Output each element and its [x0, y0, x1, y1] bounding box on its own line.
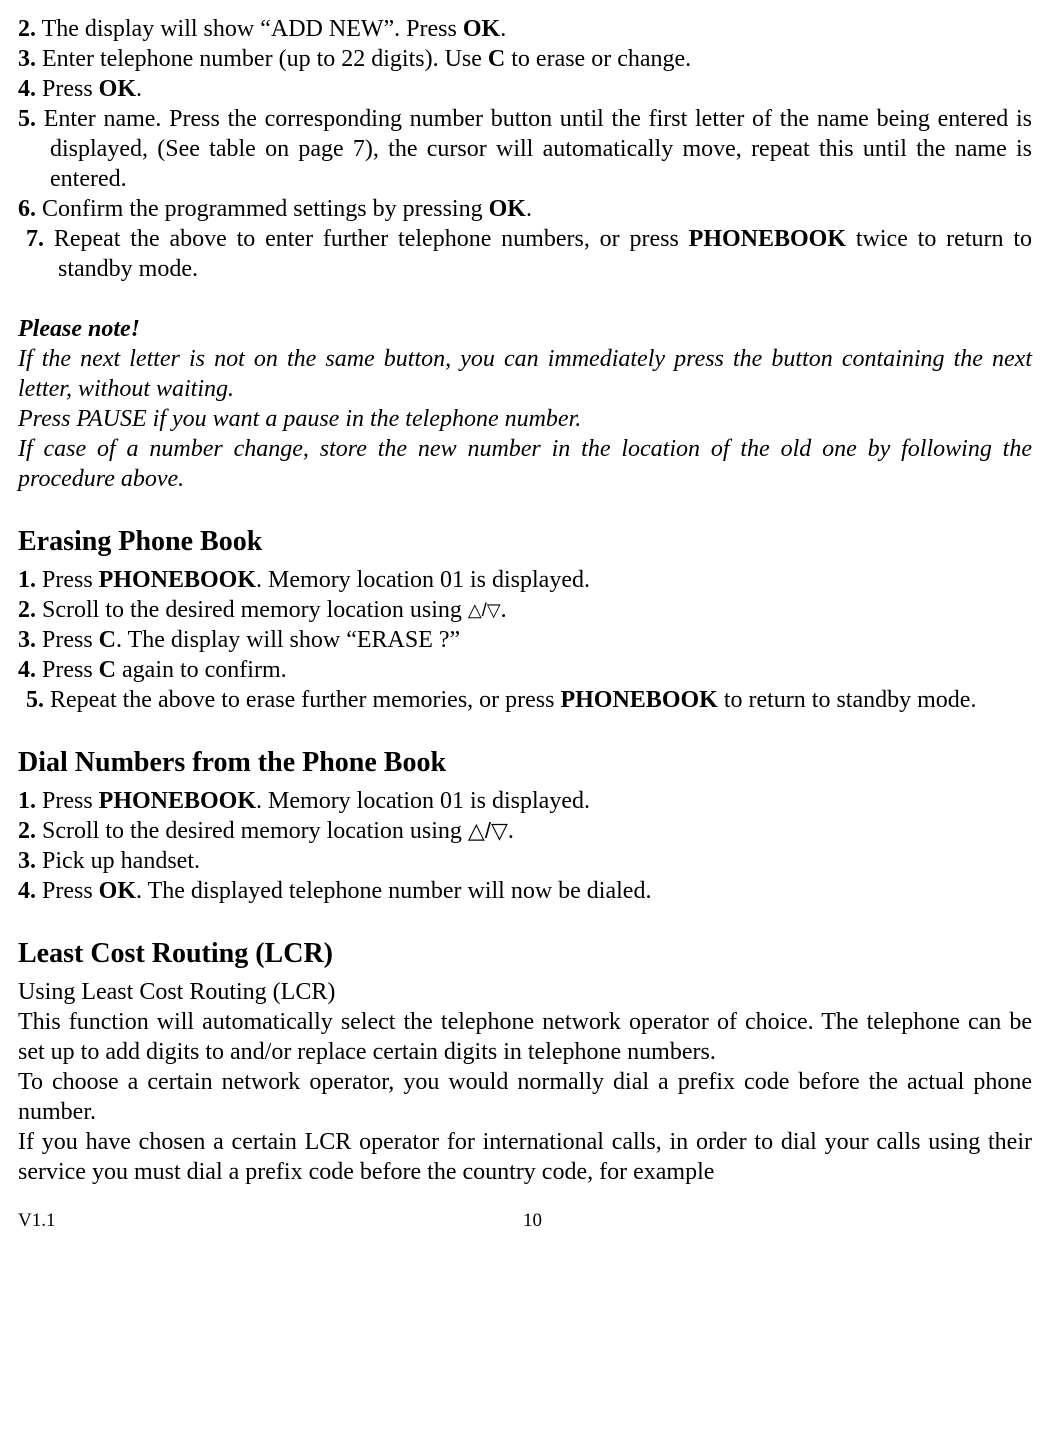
step-text-a: Scroll to the desired memory location us… [36, 818, 468, 844]
step-text-c: again to confirm. [116, 657, 287, 683]
step-num: 4. [18, 878, 36, 904]
step-bold: C [99, 627, 116, 653]
step-text-a: Press [36, 878, 99, 904]
step-num: 4. [18, 76, 36, 102]
updown-icon: △/▽ [468, 818, 508, 843]
step-text-c: . Memory location 01 is displayed. [256, 788, 590, 814]
step-text-a: Press [36, 627, 99, 653]
lcr-p1: This function will automatically select … [18, 1007, 1032, 1067]
step-num: 1. [18, 788, 36, 814]
dial-step-2: 2. Scroll to the desired memory location… [18, 816, 1032, 846]
step-bold: PHONEBOOK [99, 788, 256, 814]
step-text: Pick up handset. [36, 848, 200, 874]
step-num: 3. [18, 627, 36, 653]
step-num: 7. [26, 226, 44, 252]
step-bold: C [99, 657, 116, 683]
step-text: Enter name. Press the corresponding numb… [36, 106, 1032, 192]
lcr-p2: To choose a certain network operator, yo… [18, 1067, 1032, 1127]
note-p1: If the next letter is not on the same bu… [18, 344, 1032, 404]
step-text-a: Press [36, 567, 99, 593]
step-num: 2. [18, 597, 36, 623]
erase-step-1: 1. Press PHONEBOOK. Memory location 01 i… [18, 565, 1032, 595]
step-bold: PHONEBOOK [99, 567, 256, 593]
step-text-a: Scroll to the desired memory location us… [36, 597, 468, 623]
step-text-c: . The display will show “ERASE ?” [116, 627, 460, 653]
step-6: 6. Confirm the programmed settings by pr… [18, 194, 1032, 224]
updown-icon: △/▽ [468, 600, 501, 620]
step-num: 3. [18, 848, 36, 874]
step-3: 3. Enter telephone number (up to 22 digi… [18, 44, 1032, 74]
step-7: 7. Repeat the above to enter further tel… [18, 224, 1032, 284]
heading-dial: Dial Numbers from the Phone Book [18, 745, 1032, 780]
step-text-a: Confirm the programmed settings by press… [36, 196, 489, 222]
dial-step-4: 4. Press OK. The displayed telephone num… [18, 876, 1032, 906]
step-text-c: to return to standby mode. [718, 687, 977, 713]
step-bold: PHONEBOOK [560, 687, 717, 713]
step-bold: OK [489, 196, 526, 222]
step-text-a: Enter telephone number (up to 22 digits)… [36, 46, 488, 72]
step-text-a: The display will show “ADD NEW”. Press [36, 16, 463, 42]
heading-erase: Erasing Phone Book [18, 524, 1032, 559]
erase-step-2: 2. Scroll to the desired memory location… [18, 595, 1032, 625]
step-text-a: Repeat the above to enter further teleph… [44, 226, 689, 252]
erase-step-4: 4. Press C again to confirm. [18, 655, 1032, 685]
step-bold: PHONEBOOK [689, 226, 846, 252]
dial-step-3: 3. Pick up handset. [18, 846, 1032, 876]
step-text-a: Repeat the above to erase further memori… [44, 687, 560, 713]
step-bold: OK [99, 76, 136, 102]
step-text-a: Press [36, 788, 99, 814]
step-text-c: to erase or change. [505, 46, 691, 72]
step-text-c: . [508, 818, 514, 844]
step-bold: OK [463, 16, 500, 42]
step-4: 4. Press OK. [18, 74, 1032, 104]
dial-step-1: 1. Press PHONEBOOK. Memory location 01 i… [18, 786, 1032, 816]
step-bold: C [488, 46, 505, 72]
step-num: 2. [18, 16, 36, 42]
step-num: 5. [26, 687, 44, 713]
step-text-c: . The displayed telephone number will no… [136, 878, 651, 904]
step-num: 1. [18, 567, 36, 593]
step-text-c: . [526, 196, 532, 222]
step-text-a: Press [36, 76, 99, 102]
step-num: 2. [18, 818, 36, 844]
page-footer: V1.1 10 [18, 1209, 1032, 1233]
note-p2: Press PAUSE if you want a pause in the t… [18, 404, 1032, 434]
step-num: 6. [18, 196, 36, 222]
note-title: Please note! [18, 314, 1032, 344]
step-text-a: Press [36, 657, 99, 683]
erase-step-3: 3. Press C. The display will show “ERASE… [18, 625, 1032, 655]
heading-lcr: Least Cost Routing (LCR) [18, 936, 1032, 971]
lcr-p3: If you have chosen a certain LCR operato… [18, 1127, 1032, 1187]
footer-page: 10 [523, 1209, 542, 1233]
step-text-c: . [500, 16, 506, 42]
step-bold: OK [99, 878, 136, 904]
step-text-c: . [136, 76, 142, 102]
erase-step-5: 5. Repeat the above to erase further mem… [18, 685, 1032, 715]
step-text-c: . Memory location 01 is displayed. [256, 567, 590, 593]
step-5: 5. Enter name. Press the corresponding n… [18, 104, 1032, 194]
lcr-subtitle: Using Least Cost Routing (LCR) [18, 977, 1032, 1007]
step-num: 4. [18, 657, 36, 683]
step-num: 3. [18, 46, 36, 72]
footer-version: V1.1 [18, 1209, 55, 1233]
step-num: 5. [18, 106, 36, 132]
step-2: 2. The display will show “ADD NEW”. Pres… [18, 14, 1032, 44]
note-p3: If case of a number change, store the ne… [18, 434, 1032, 494]
step-text-c: . [501, 597, 507, 623]
